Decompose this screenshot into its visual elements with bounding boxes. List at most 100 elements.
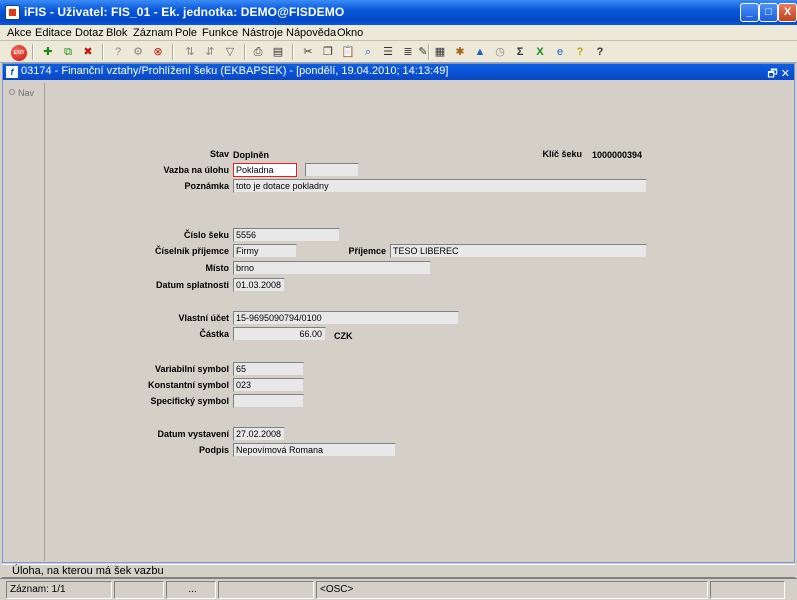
podpis-label: Podpis — [198, 445, 229, 455]
castka-input[interactable]: 66.00 — [233, 327, 326, 341]
podpis-input[interactable]: Nepovímová Romana — [233, 443, 396, 457]
close-button[interactable]: X — [778, 3, 797, 22]
record-counter: Záznam: 1/1 — [6, 581, 112, 599]
minimize-button[interactable]: _ — [740, 3, 759, 22]
konstantni-symbol-label: Konstantní symbol — [147, 380, 229, 390]
datum-vystaveni-input[interactable]: 27.02.2008 — [233, 427, 285, 441]
list-detail-icon[interactable]: ≣ — [400, 44, 416, 60]
stav-value: Doplněn — [233, 150, 269, 160]
datum-splatnosti-label: Datum splatnosti — [155, 280, 229, 290]
mode-indicator: <OSC> — [316, 581, 708, 599]
maximize-button[interactable]: □ — [759, 3, 778, 22]
sort-asc-icon[interactable]: ⇅ — [182, 44, 198, 60]
print-icon[interactable]: ⎙ — [250, 44, 266, 60]
window-title: iFIS - Uživatel: FIS_01 - Ek. jednotka: … — [24, 5, 345, 19]
vlastni-ucet-label: Vlastní účet — [178, 313, 229, 323]
tools-icon[interactable]: ✱ — [452, 44, 468, 60]
menu-blok[interactable]: Blok — [106, 27, 127, 39]
cut-icon[interactable]: ✂ — [300, 44, 316, 60]
sort-desc-icon[interactable]: ⇵ — [202, 44, 218, 60]
ciselnik-prijemce-label: Číselník příjemce — [154, 246, 229, 256]
cislo-seku-label: Číslo šeku — [183, 230, 229, 240]
ciselnik-prijemce-input[interactable]: Firmy — [233, 244, 297, 258]
status-cell-empty — [218, 581, 314, 599]
vazba-extra-input[interactable] — [305, 163, 359, 177]
menu-funkce[interactable]: Funkce — [202, 27, 238, 39]
insert-record-icon[interactable]: ✚ — [40, 44, 56, 60]
form-doc-icon: f — [6, 66, 18, 78]
context-help-icon[interactable]: ? — [592, 44, 608, 60]
variabilni-symbol-label: Variabilní symbol — [154, 364, 229, 374]
paste-icon[interactable]: 📋 — [340, 44, 356, 60]
zoom-icon[interactable]: ⌕ — [360, 44, 376, 60]
klic-seku-value: 1000000394 — [592, 150, 643, 160]
menu-bar: Akce Editace Dotaz Blok Záznam Pole Funk… — [0, 25, 797, 41]
menu-pole[interactable]: Pole — [175, 27, 197, 39]
prijemce-label: Příjemce — [348, 246, 386, 256]
toolbar-separator — [244, 44, 246, 60]
menu-zaznam[interactable]: Záznam — [133, 27, 173, 39]
vazba-label: Vazba na úlohu — [163, 165, 229, 175]
app-icon — [5, 5, 20, 20]
filter-icon[interactable]: ▽ — [222, 44, 238, 60]
excel-icon[interactable]: X — [532, 44, 548, 60]
nav-icon — [9, 89, 15, 95]
menu-napoveda[interactable]: Nápověda — [286, 27, 336, 39]
browser-icon[interactable]: e — [552, 44, 568, 60]
status-cell-empty — [710, 581, 785, 599]
calculator-icon[interactable]: ▦ — [432, 44, 448, 60]
copy-icon[interactable]: ❐ — [320, 44, 336, 60]
title-bar: iFIS - Uživatel: FIS_01 - Ek. jednotka: … — [0, 0, 797, 25]
query-execute-icon[interactable]: ⚙ — [130, 44, 146, 60]
vlastni-ucet-input[interactable]: 15-9695090794/0100 — [233, 311, 459, 325]
toolbar-separator — [428, 44, 430, 60]
query-cancel-icon[interactable]: ⊗ — [150, 44, 166, 60]
status-ellipsis: ... — [166, 581, 216, 599]
cislo-seku-input[interactable]: 5556 — [233, 228, 340, 242]
form-window-title-bar: f 03174 - Finanční vztahy/Prohlížení šek… — [3, 64, 794, 80]
misto-label: Místo — [205, 263, 230, 273]
konstantni-symbol-input[interactable]: 023 — [233, 378, 304, 392]
toolbar-separator — [102, 44, 104, 60]
variabilni-symbol-input[interactable]: 65 — [233, 362, 304, 376]
menu-nastroje[interactable]: Nástroje — [242, 27, 283, 39]
form-window-controls[interactable]: 🗗 ✕ — [767, 65, 790, 84]
query-enter-icon[interactable]: ? — [110, 44, 126, 60]
sum-icon[interactable]: Σ — [512, 44, 528, 60]
toolbar-separator — [292, 44, 294, 60]
toolbar-separator — [32, 44, 34, 60]
delete-record-icon[interactable]: ✖ — [80, 44, 96, 60]
specificky-symbol-input[interactable] — [233, 394, 304, 408]
form-content: Stav Doplněn Klíč šeku 1000000394 Vazba … — [47, 83, 792, 561]
nav-label: Nav — [18, 88, 35, 98]
status-hint: Úloha, na kterou má šek vazbu — [2, 564, 795, 578]
vazba-input[interactable]: Pokladna — [233, 163, 297, 177]
menu-okno[interactable]: Okno — [337, 27, 363, 39]
castka-label: Částka — [199, 329, 229, 339]
specificky-symbol-label: Specifický symbol — [150, 396, 229, 406]
toolbar: ✚ ⧉ ✖ ? ⚙ ⊗ ⇅ ⇵ ▽ ⎙ ▤ ✂ ❐ 📋 ⌕ ☰ ≣ ✎ ▦ ✱ … — [0, 41, 797, 63]
clock-icon[interactable]: ◷ — [492, 44, 508, 60]
toolbar-separator — [172, 44, 174, 60]
status-cell-empty — [114, 581, 164, 599]
navigation-pane[interactable]: Nav — [5, 83, 45, 561]
list-values-icon[interactable]: ☰ — [380, 44, 396, 60]
print-preview-icon[interactable]: ▤ — [270, 44, 286, 60]
exit-button[interactable]: EXIT — [11, 45, 27, 61]
status-bar: Záznam: 1/1 ... <OSC> — [0, 578, 797, 600]
form-window-title: 03174 - Finanční vztahy/Prohlížení šeku … — [21, 65, 449, 77]
chart-icon[interactable]: ▲ — [472, 44, 488, 60]
klic-seku-label: Klíč šeku — [542, 149, 582, 159]
datum-splatnosti-input[interactable]: 01.03.2008 — [233, 278, 285, 292]
menu-dotaz[interactable]: Dotaz — [75, 27, 104, 39]
form-window: f 03174 - Finanční vztahy/Prohlížení šek… — [2, 63, 795, 563]
prijemce-input[interactable]: TESO LIBEREC — [390, 244, 647, 258]
help-icon[interactable]: ? — [572, 44, 588, 60]
menu-akce[interactable]: Akce — [7, 27, 31, 39]
poznamka-input[interactable]: toto je dotace pokladny — [233, 179, 647, 193]
mena-value: CZK — [334, 331, 353, 341]
duplicate-record-icon[interactable]: ⧉ — [60, 44, 76, 60]
menu-editace[interactable]: Editace — [35, 27, 72, 39]
datum-vystaveni-label: Datum vystavení — [157, 429, 229, 439]
misto-input[interactable]: brno — [233, 261, 431, 275]
